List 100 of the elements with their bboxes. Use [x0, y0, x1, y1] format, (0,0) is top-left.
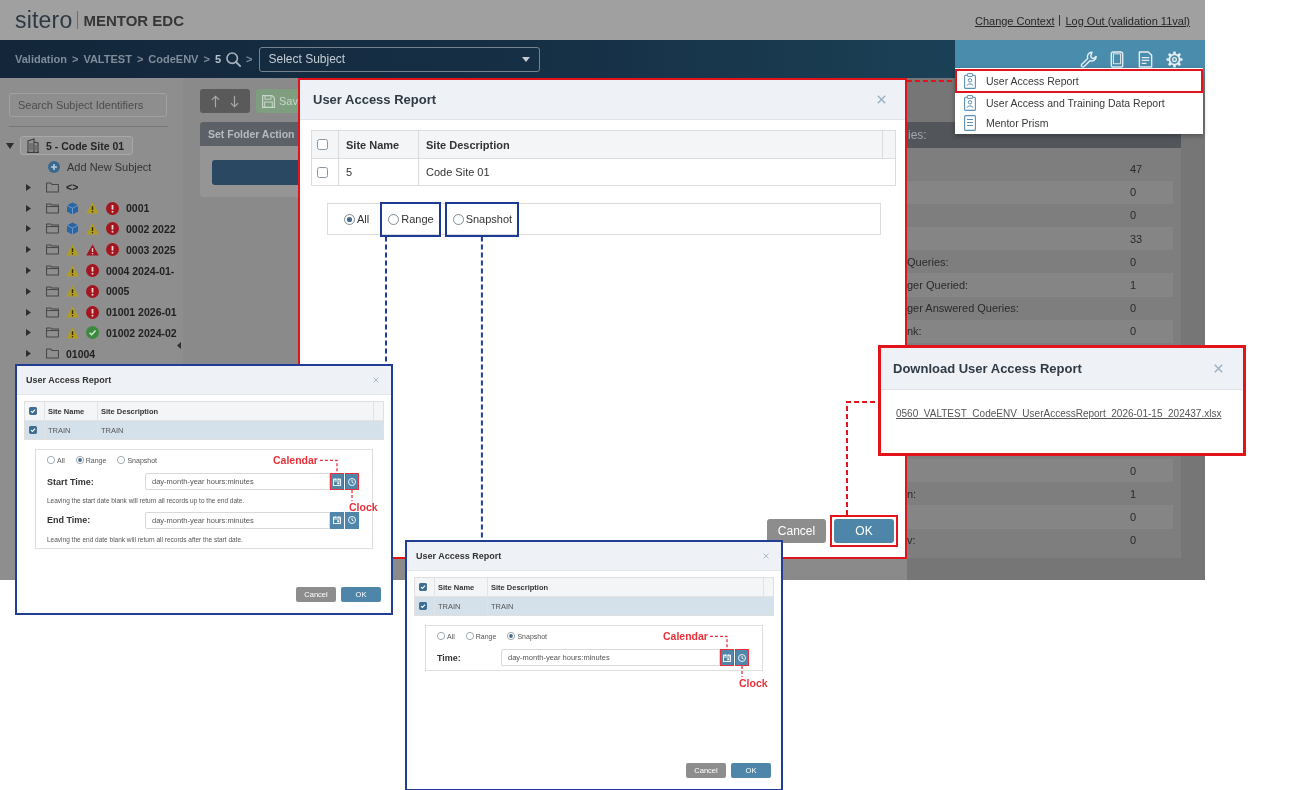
radio-button[interactable] [388, 213, 400, 225]
checkbox[interactable] [317, 166, 328, 178]
warning-icon [66, 285, 79, 298]
radio-button[interactable] [465, 632, 474, 640]
caret-icon[interactable] [26, 225, 31, 233]
caret-icon[interactable] [26, 204, 31, 212]
caret-icon [522, 56, 531, 62]
caret-icon[interactable] [26, 329, 31, 337]
add-icon[interactable] [48, 160, 60, 173]
table-row[interactable]: 5 Code Site 01 [312, 158, 895, 185]
calendar-button[interactable] [330, 511, 344, 529]
checkbox[interactable] [419, 583, 427, 591]
stats-label: ger Answered Queries: [907, 302, 1020, 315]
checkbox[interactable] [419, 602, 427, 610]
dialog-title: Download User Access Report [893, 361, 1082, 376]
subject-label[interactable]: <> [66, 181, 79, 194]
stats-label: Queries: [907, 255, 950, 268]
clock-icon [348, 477, 356, 486]
up-arrow-icon[interactable] [211, 94, 220, 108]
leader-line [741, 665, 743, 678]
radio-button[interactable] [75, 456, 84, 464]
field-label: Time: [437, 652, 461, 663]
stats-value: 0 [1130, 534, 1137, 547]
radio-button[interactable] [47, 456, 55, 464]
subject-select[interactable]: Select Subject [259, 46, 541, 72]
checkbox[interactable] [29, 426, 37, 434]
clock-button[interactable] [735, 649, 749, 666]
radio-button[interactable] [437, 632, 445, 640]
dialog-title: User Access Report [313, 92, 437, 107]
subject-label[interactable]: 01001 2026-01 [106, 306, 177, 319]
tablet-icon[interactable] [1110, 51, 1124, 68]
radio-button[interactable] [344, 213, 355, 225]
clock-button[interactable] [345, 511, 359, 529]
caret-icon[interactable] [26, 287, 31, 295]
cancel-button[interactable]: Cancel [767, 519, 826, 543]
leader-line [351, 489, 353, 502]
subject-label[interactable]: 01004 [66, 347, 96, 360]
caret-icon[interactable] [26, 267, 31, 275]
gear-icon[interactable] [1166, 51, 1183, 68]
menu-item[interactable]: User Access Report [955, 69, 1203, 93]
radio-label[interactable]: All [357, 213, 370, 225]
breadcrumb-separator: > [246, 53, 253, 65]
caret-icon[interactable] [26, 183, 31, 191]
radio-button[interactable] [452, 213, 464, 225]
ok-button[interactable]: OK [834, 519, 894, 543]
subject-label[interactable]: 0001 [126, 202, 150, 215]
document-icon[interactable] [1138, 51, 1153, 68]
breadcrumb-separator: > [203, 53, 210, 65]
site-node[interactable]: 5 - Code Site 01 [20, 136, 134, 155]
breadcrumb-separator: > [71, 53, 79, 65]
building-icon [27, 138, 39, 153]
breadcrumb-current: 5 [214, 53, 221, 65]
subject-label[interactable]: 01002 2024-02 [106, 326, 177, 339]
caret-icon[interactable] [26, 246, 31, 254]
warning-icon [86, 202, 99, 215]
header-link[interactable]: Change Context [974, 14, 1055, 27]
file-link[interactable]: 0560_VALTEST_CodeENV_UserAccessReport_2026-01-15_202437.xlsx [896, 408, 1222, 419]
add-subject-link[interactable]: Add New Subject [67, 160, 152, 173]
stats-value: 0 [1130, 209, 1137, 222]
search-icon[interactable] [226, 51, 241, 67]
radio-label[interactable]: Range [401, 213, 434, 225]
stats-label: v: [907, 534, 917, 547]
caret-icon[interactable] [6, 142, 14, 149]
stats-value: 0 [1130, 302, 1137, 315]
dialog-title: User Access Report [416, 551, 502, 561]
subject-label[interactable]: 0004 2024-01- [106, 264, 175, 277]
stats-value: 47 [1130, 163, 1143, 176]
warning-icon [66, 326, 79, 339]
subject-label[interactable]: 0003 2025 [126, 243, 176, 256]
dialog-title: User Access Report [26, 375, 112, 385]
breadcrumb-link[interactable]: Validation [15, 53, 67, 65]
caret-icon[interactable] [26, 350, 31, 358]
wrench-icon[interactable] [1080, 51, 1098, 68]
subject-label[interactable]: 0005 [106, 285, 130, 298]
breadcrumb-link[interactable]: CodeENV [148, 53, 199, 65]
checkbox[interactable] [317, 139, 328, 150]
clock-button[interactable] [345, 473, 359, 490]
radio-button[interactable] [507, 632, 516, 640]
leader-line [319, 459, 338, 474]
search-field[interactable]: Search Subject Identifiers [9, 93, 167, 117]
stats-label: n: [907, 487, 918, 500]
down-arrow-icon[interactable] [230, 94, 239, 108]
checkbox[interactable] [29, 407, 37, 415]
error-icon [86, 264, 99, 278]
brand-logo: sitero [15, 8, 73, 32]
error-icon [106, 243, 119, 257]
header-link[interactable]: Log Out (validation 11val) [1065, 14, 1190, 27]
warning-icon [66, 243, 79, 256]
caret-icon[interactable] [26, 308, 31, 316]
calendar-button[interactable] [720, 649, 734, 666]
breadcrumb-link[interactable]: VALTEST [83, 53, 132, 65]
folder-icon [46, 202, 59, 214]
radio-label[interactable]: Snapshot [465, 213, 513, 225]
callout-label: Clock [349, 501, 378, 514]
menu-item[interactable]: User Access and Training Data Report [955, 93, 1203, 113]
radio-button[interactable] [117, 456, 126, 464]
splitter-handle-icon[interactable] [177, 342, 181, 349]
clipboard-icon [964, 95, 976, 111]
calendar-button[interactable] [330, 473, 344, 490]
subject-label[interactable]: 0002 2022 [126, 223, 176, 235]
